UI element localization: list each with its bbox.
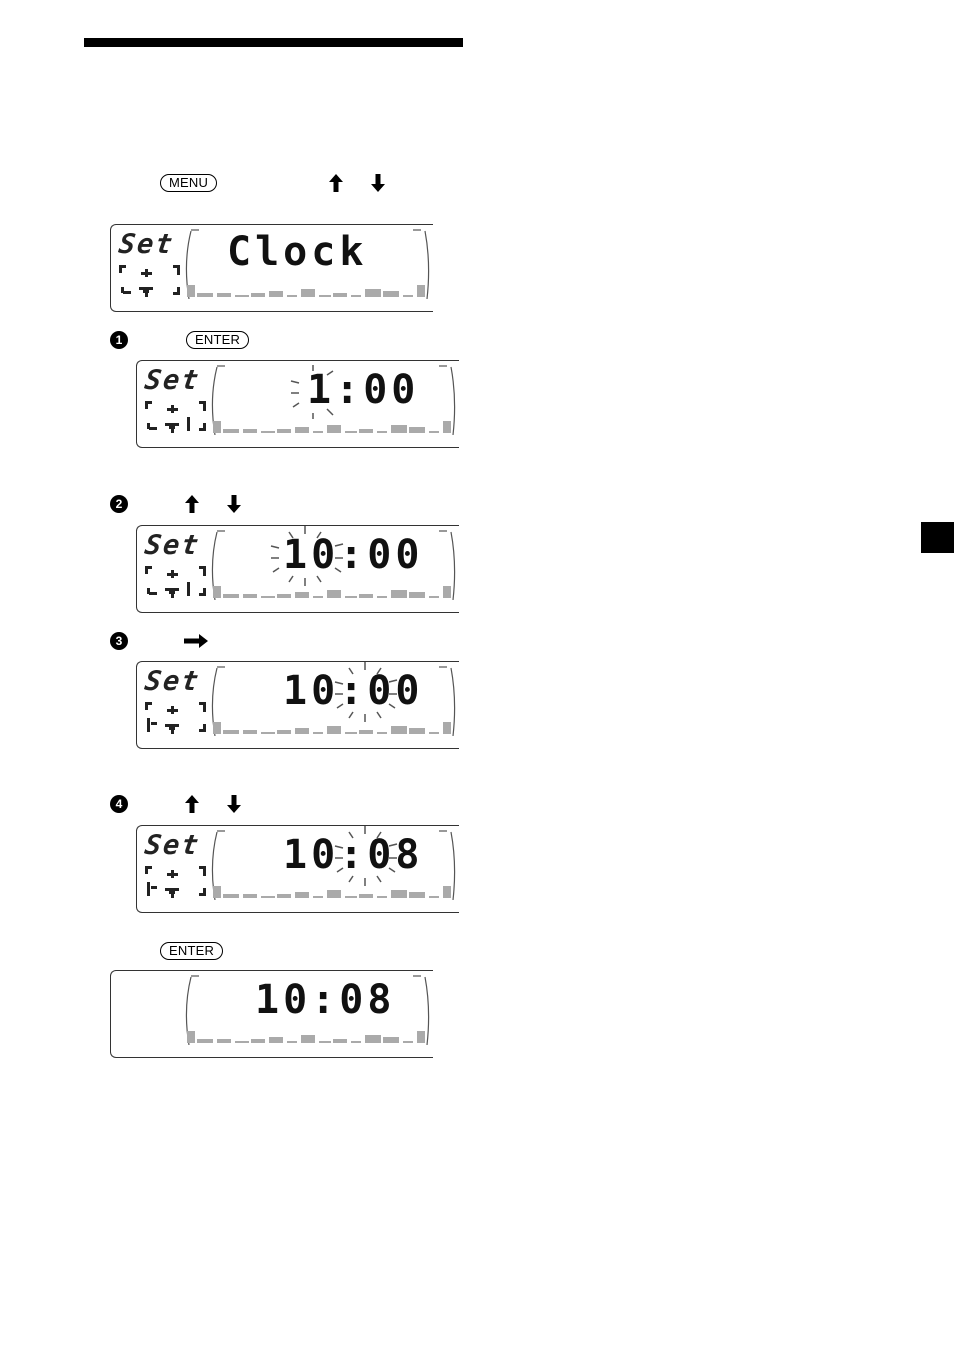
- lcd-display-step-4: Set 10:08: [136, 825, 459, 913]
- clock-minute: 00: [363, 367, 420, 413]
- arrow-up-icon: [185, 495, 199, 513]
- level-meter: [213, 421, 451, 433]
- clock-readout: 1:00: [307, 367, 419, 413]
- menu-key: MENU: [160, 174, 218, 192]
- set-indicator: Set: [143, 530, 211, 602]
- step-number-4: 4: [110, 795, 128, 813]
- clock-minute: 08: [367, 832, 424, 878]
- enter-key: ENTER: [186, 331, 250, 349]
- clock-hour: 1: [307, 367, 336, 413]
- clock-readout: 10:00: [283, 668, 423, 714]
- level-meter: [213, 586, 451, 598]
- lcd-display-step-3: Set 10:00: [136, 661, 459, 749]
- arrow-up-icon: [185, 795, 199, 813]
- arrow-down-icon: [371, 174, 385, 192]
- disc-indicator-icon: [119, 265, 180, 297]
- lcd-display-clock-menu: Set Clock: [110, 224, 433, 312]
- step-number-3: 3: [110, 632, 128, 650]
- clock-separator: :: [335, 367, 364, 413]
- arrow-right-icon: [184, 634, 208, 648]
- set-indicator: Set: [143, 666, 211, 738]
- clock-separator: :: [339, 832, 368, 878]
- level-meter: [213, 886, 451, 898]
- step-number-2: 2: [110, 495, 128, 513]
- clock-hour: 10: [255, 977, 312, 1023]
- level-meter: [187, 1031, 425, 1043]
- set-indicator-text: Set: [142, 365, 202, 396]
- disc-indicator-icon: [145, 866, 206, 898]
- level-meter: [213, 722, 451, 734]
- step-number-1: 1: [110, 331, 128, 349]
- clock-separator: :: [339, 532, 368, 578]
- lcd-display-step-2: Set 10:00: [136, 525, 459, 613]
- clock-hour: 10: [283, 832, 340, 878]
- section-side-tab: [921, 522, 954, 553]
- set-indicator: Set: [117, 229, 185, 301]
- clock-readout: 10:08: [283, 832, 423, 878]
- clock-separator: :: [311, 977, 340, 1023]
- lcd-main-text: Clock: [227, 229, 368, 275]
- set-indicator: Set: [143, 830, 211, 902]
- clock-minute: 08: [339, 977, 396, 1023]
- clock-hour: 10: [283, 532, 340, 578]
- lcd-display-step-1: Set 1:00: [136, 360, 459, 448]
- disc-indicator-icon: [145, 566, 206, 598]
- set-indicator: Set: [143, 365, 211, 437]
- set-indicator-text: Set: [142, 666, 202, 697]
- arrow-down-icon: [227, 795, 241, 813]
- clock-readout: 10:08: [255, 977, 395, 1023]
- disc-indicator-icon: [145, 702, 206, 734]
- set-indicator-text: Set: [142, 530, 202, 561]
- lcd-display-final: 10:08: [110, 970, 433, 1058]
- set-indicator-text: Set: [116, 229, 176, 260]
- section-title-bar: [84, 38, 463, 47]
- clock-separator: :: [339, 668, 368, 714]
- disc-indicator-icon: [145, 401, 206, 433]
- set-indicator-text: Set: [142, 830, 202, 861]
- clock-hour: 10: [283, 668, 340, 714]
- clock-minute: 00: [367, 532, 424, 578]
- enter-key-final: ENTER: [160, 942, 224, 960]
- level-meter: [187, 285, 425, 297]
- clock-minute: 00: [367, 668, 424, 714]
- arrow-down-icon: [227, 495, 241, 513]
- arrow-up-icon: [329, 174, 343, 192]
- clock-readout: 10:00: [283, 532, 423, 578]
